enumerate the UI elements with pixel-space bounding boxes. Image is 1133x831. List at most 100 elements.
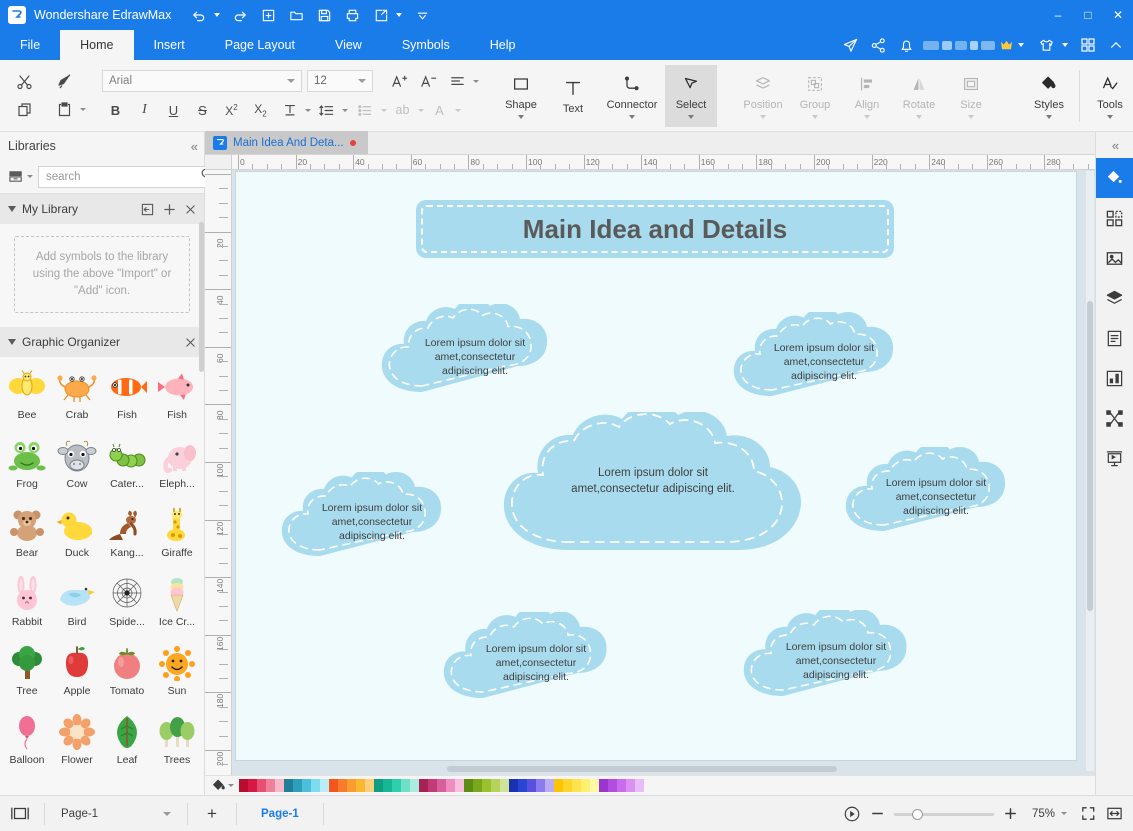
chart-panel-button[interactable]: [1096, 358, 1133, 398]
save-icon[interactable]: [311, 3, 337, 27]
palette-swatch[interactable]: [500, 779, 509, 792]
list-item[interactable]: Sun: [152, 639, 202, 708]
bullets-caret-icon[interactable]: [381, 108, 387, 112]
palette-swatch[interactable]: [590, 779, 599, 792]
notes-panel-button[interactable]: [1096, 318, 1133, 358]
rotate-button[interactable]: Rotate: [893, 65, 945, 127]
my-library-empty-message[interactable]: Add symbols to the library using the abo…: [14, 236, 190, 313]
list-item[interactable]: Crab: [52, 363, 102, 432]
tab-view[interactable]: View: [315, 30, 382, 60]
grow-font-button[interactable]: [386, 69, 413, 93]
grid-apps-icon[interactable]: [1075, 32, 1101, 58]
list-item[interactable]: Tree: [2, 639, 52, 708]
print-icon[interactable]: [339, 3, 365, 27]
align-caret-icon[interactable]: [864, 115, 870, 119]
canvas-horizontal-scrollbar-thumb[interactable]: [447, 766, 837, 772]
align-group-button[interactable]: Align: [841, 65, 893, 127]
undo-icon[interactable]: [185, 3, 211, 27]
text-wrap-button[interactable]: ab: [389, 98, 416, 122]
connector-button[interactable]: Connector: [599, 65, 665, 127]
account-name-blurred[interactable]: [923, 39, 1029, 52]
paste-icon[interactable]: [52, 98, 78, 122]
page-tab-page-1[interactable]: Page-1: [247, 808, 313, 820]
italic-button[interactable]: I: [131, 98, 158, 122]
section-my-library[interactable]: My Library: [0, 194, 204, 224]
export-caret-icon[interactable]: [396, 13, 403, 17]
select-button[interactable]: Select: [665, 64, 717, 127]
fill-style-panel-button[interactable]: [1095, 158, 1133, 198]
chevron-down-icon[interactable]: [409, 3, 435, 27]
select-caret-icon[interactable]: [688, 115, 694, 119]
shape-cloud-mid-right[interactable]: Lorem ipsum dolor sit amet,consectetur a…: [838, 447, 1034, 545]
shirt-icon[interactable]: [1033, 32, 1059, 58]
palette-swatch[interactable]: [572, 779, 581, 792]
bold-button[interactable]: B: [102, 98, 129, 122]
palette-swatch[interactable]: [248, 779, 257, 792]
connector-caret-icon[interactable]: [629, 115, 635, 119]
palette-swatch[interactable]: [257, 779, 266, 792]
palette-swatch[interactable]: [491, 779, 500, 792]
tab-symbols[interactable]: Symbols: [382, 30, 470, 60]
list-item[interactable]: Rabbit: [2, 570, 52, 639]
chevron-double-right-icon[interactable]: «: [1096, 132, 1133, 158]
minimize-button[interactable]: –: [1043, 0, 1073, 30]
line-spacing-button[interactable]: [313, 98, 340, 122]
list-item[interactable]: Duck: [52, 501, 102, 570]
shape-title-box[interactable]: Main Idea and Details: [416, 200, 894, 258]
palette-swatch[interactable]: [482, 779, 491, 792]
palette-swatch[interactable]: [311, 779, 320, 792]
palette-swatch[interactable]: [275, 779, 284, 792]
zoom-in-button[interactable]: [1003, 806, 1018, 821]
palette-caret-icon[interactable]: [227, 784, 234, 787]
tab-file[interactable]: File: [0, 30, 60, 60]
palette-swatch[interactable]: [608, 779, 617, 792]
list-item[interactable]: Tomato: [102, 639, 152, 708]
palette-swatch[interactable]: [464, 779, 473, 792]
list-item[interactable]: Fish: [102, 363, 152, 432]
notification-bell-icon[interactable]: [893, 32, 919, 58]
palette-swatch[interactable]: [635, 779, 644, 792]
list-item[interactable]: Giraffe: [152, 501, 202, 570]
close-button[interactable]: ✕: [1103, 0, 1133, 30]
palette-swatch[interactable]: [338, 779, 347, 792]
list-item[interactable]: Eleph...: [152, 432, 202, 501]
list-item[interactable]: Flower: [52, 708, 102, 777]
text-wrap-caret-icon[interactable]: [418, 108, 424, 112]
bullets-button[interactable]: [352, 98, 379, 122]
shape-cloud-top-right[interactable]: Lorem ipsum dolor sit amet,consectetur a…: [726, 312, 922, 410]
list-item[interactable]: Leaf: [102, 708, 152, 777]
list-item[interactable]: Fish: [152, 363, 202, 432]
add-page-button[interactable]: +: [198, 802, 226, 826]
palette-fill-icon[interactable]: [205, 778, 239, 793]
palette-swatch[interactable]: [617, 779, 626, 792]
list-item[interactable]: Frog: [2, 432, 52, 501]
tab-insert[interactable]: Insert: [134, 30, 205, 60]
list-item[interactable]: Ice Cr...: [152, 570, 202, 639]
play-circle-icon[interactable]: [843, 805, 861, 823]
shape-cloud-bottom-left[interactable]: Lorem ipsum dolor sit amet,consectetur a…: [436, 612, 636, 712]
list-item[interactable]: Bee: [2, 363, 52, 432]
palette-swatch[interactable]: [428, 779, 437, 792]
page-view-icon[interactable]: [6, 802, 34, 826]
format-painter-icon[interactable]: [52, 70, 78, 94]
library-scrollbar-thumb[interactable]: [199, 222, 204, 372]
canvas-horizontal-scrollbar[interactable]: [232, 765, 1087, 773]
list-item[interactable]: Kang...: [102, 501, 152, 570]
palette-swatch[interactable]: [392, 779, 401, 792]
shape-caret-icon[interactable]: [518, 115, 524, 119]
folder-open-icon[interactable]: [283, 3, 309, 27]
palette-swatch[interactable]: [626, 779, 635, 792]
maximize-button[interactable]: □: [1073, 0, 1103, 30]
palette-swatch[interactable]: [266, 779, 275, 792]
canvas-area[interactable]: Main Idea and Details Lorem ipsum dolor …: [232, 170, 1095, 775]
add-icon[interactable]: [163, 203, 176, 216]
size-caret-icon[interactable]: [968, 115, 974, 119]
palette-swatch[interactable]: [383, 779, 392, 792]
palette-swatch[interactable]: [401, 779, 410, 792]
palette-swatch[interactable]: [581, 779, 590, 792]
theme-caret-icon[interactable]: [1062, 43, 1068, 47]
group-button[interactable]: Group: [789, 65, 841, 127]
presentation-panel-button[interactable]: [1096, 438, 1133, 478]
list-item[interactable]: Apple: [52, 639, 102, 708]
underline-button[interactable]: U: [160, 98, 187, 122]
